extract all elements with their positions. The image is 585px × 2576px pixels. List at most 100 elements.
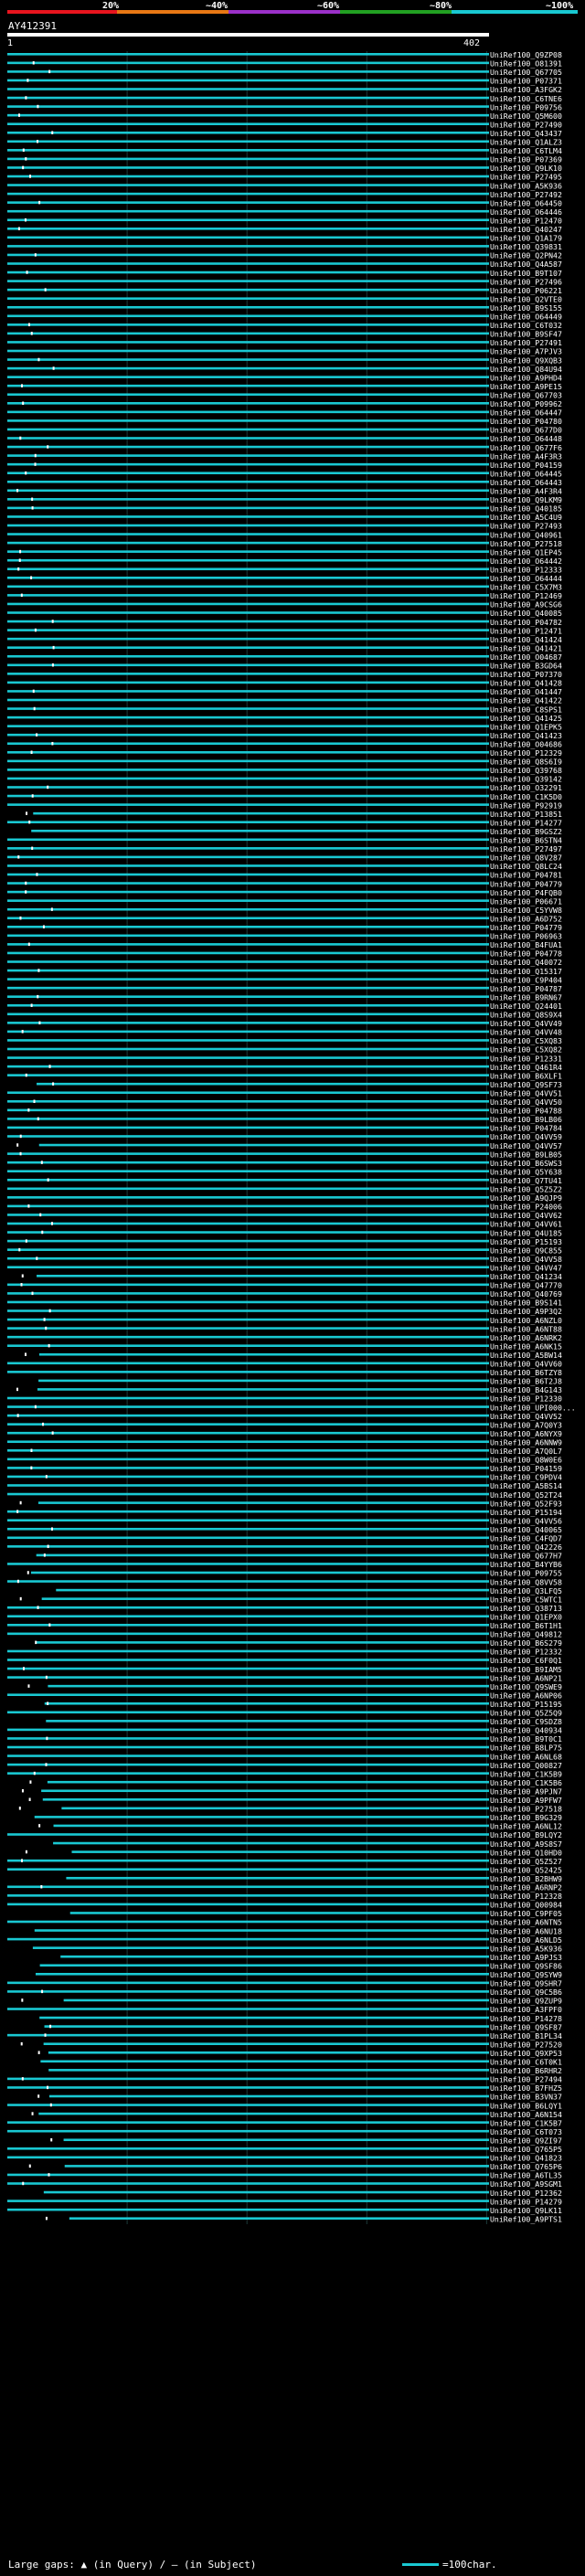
alignment-bar[interactable] bbox=[7, 1091, 489, 1095]
alignment-bar[interactable] bbox=[44, 1701, 489, 1705]
hit-row[interactable]: UniRef100_B4YYB6 bbox=[7, 1560, 562, 1569]
hit-label[interactable]: UniRef100_Q4VV47 bbox=[490, 1263, 562, 1272]
alignment-bar[interactable] bbox=[30, 1571, 489, 1574]
alignment-bar[interactable] bbox=[43, 2042, 489, 2045]
hit-label[interactable]: UniRef100_P15193 bbox=[490, 1237, 562, 1246]
alignment-bar[interactable] bbox=[7, 1327, 489, 1330]
hit-label[interactable]: UniRef100_Q40934 bbox=[490, 1726, 562, 1735]
hit-row[interactable]: UniRef100_Q41428 bbox=[7, 679, 562, 688]
hit-row[interactable]: UniRef100_Q41823 bbox=[7, 2154, 562, 2163]
alignment-bar[interactable] bbox=[7, 366, 489, 370]
hit-label[interactable]: UniRef100_P27518 bbox=[490, 539, 562, 548]
alignment-bar[interactable] bbox=[7, 1458, 489, 1461]
hit-label[interactable]: UniRef100_O64449 bbox=[490, 313, 562, 322]
hit-label[interactable]: UniRef100_Q38713 bbox=[490, 1604, 562, 1613]
alignment-bar[interactable] bbox=[7, 166, 489, 169]
alignment-bar[interactable] bbox=[7, 864, 489, 867]
alignment-bar[interactable] bbox=[7, 786, 489, 789]
alignment-bar[interactable] bbox=[48, 2094, 489, 2098]
hit-label[interactable]: UniRef100_P12332 bbox=[490, 1648, 562, 1657]
alignment-bar[interactable] bbox=[7, 1868, 489, 1871]
alignment-bar[interactable] bbox=[7, 1196, 489, 1199]
hit-row[interactable]: UniRef100_A3FGK2 bbox=[7, 85, 562, 94]
hit-label[interactable]: UniRef100_A5K936 bbox=[490, 181, 562, 190]
hit-label[interactable]: UniRef100_A6TL35 bbox=[490, 2171, 562, 2180]
hit-row[interactable]: UniRef100_P24006 bbox=[7, 1203, 562, 1212]
hit-label[interactable]: UniRef100_P27490 bbox=[490, 120, 562, 129]
hit-row[interactable]: UniRef100_Q38713 bbox=[7, 1604, 562, 1613]
hit-label[interactable]: UniRef100_B4YYB6 bbox=[490, 1560, 562, 1569]
hit-label[interactable]: UniRef100_A7Q0Y3 bbox=[490, 1420, 562, 1429]
hit-row[interactable]: UniRef100_P12328 bbox=[7, 1892, 562, 1901]
hit-label[interactable]: UniRef100_Q10HD0 bbox=[490, 1848, 562, 1857]
hit-label[interactable]: UniRef100_B6RHR2 bbox=[490, 2066, 562, 2075]
hit-row[interactable]: UniRef100_P27494 bbox=[7, 2075, 562, 2084]
hit-label[interactable]: UniRef100_A4F3R3 bbox=[490, 451, 562, 461]
hit-row[interactable]: UniRef100_C1K5D0 bbox=[7, 792, 562, 801]
alignment-bar[interactable] bbox=[7, 262, 489, 265]
alignment-bar[interactable] bbox=[7, 1423, 489, 1426]
hit-row[interactable]: UniRef100_P27518 bbox=[7, 539, 562, 548]
hit-row[interactable]: UniRef100_P04159 bbox=[7, 461, 562, 470]
alignment-bar[interactable] bbox=[7, 376, 489, 378]
alignment-bar[interactable] bbox=[7, 943, 489, 946]
hit-row[interactable]: UniRef100_P04787 bbox=[7, 984, 562, 993]
alignment-bar[interactable] bbox=[7, 323, 489, 326]
alignment-bar[interactable] bbox=[7, 445, 489, 449]
hit-label[interactable]: UniRef100_C6F0Q1 bbox=[490, 1656, 562, 1665]
alignment-bar[interactable] bbox=[33, 811, 489, 815]
alignment-bar[interactable] bbox=[7, 1833, 489, 1836]
alignment-bar[interactable] bbox=[7, 2147, 489, 2150]
alignment-bar[interactable] bbox=[7, 480, 489, 483]
hit-row[interactable]: UniRef100_Q52F93 bbox=[19, 1499, 562, 1508]
hit-label[interactable]: UniRef100_Q41423 bbox=[490, 731, 562, 740]
hit-label[interactable]: UniRef100_Q67705 bbox=[490, 68, 562, 77]
hit-label[interactable]: UniRef100_P04784 bbox=[490, 1124, 562, 1133]
hit-row[interactable]: UniRef100_A5K936 bbox=[32, 1944, 562, 1953]
hit-label[interactable]: UniRef100_Q461R4 bbox=[490, 1063, 562, 1072]
alignment-bar[interactable] bbox=[7, 280, 489, 282]
hit-row[interactable]: UniRef100_Q24401 bbox=[7, 1002, 562, 1011]
hit-row[interactable]: UniRef100_P27492 bbox=[7, 190, 562, 199]
hit-row[interactable]: UniRef100_Q4VV59 bbox=[7, 1132, 562, 1141]
hit-row[interactable]: UniRef100_Q4VV58 bbox=[7, 1255, 562, 1264]
hit-row[interactable]: UniRef100_B6TZY8 bbox=[7, 1368, 562, 1377]
alignment-bar[interactable] bbox=[7, 567, 489, 571]
alignment-bar[interactable] bbox=[7, 1920, 489, 1924]
hit-row[interactable]: UniRef100_P27497 bbox=[7, 844, 562, 853]
hit-label[interactable]: UniRef100_P15195 bbox=[490, 1700, 562, 1709]
hit-row[interactable]: UniRef100_P04788 bbox=[7, 1107, 562, 1116]
hit-label[interactable]: UniRef100_Q9ZI97 bbox=[490, 2136, 562, 2145]
alignment-bar[interactable] bbox=[34, 1929, 490, 1932]
hit-row[interactable]: UniRef100_Q52T24 bbox=[7, 1490, 562, 1500]
hit-row[interactable]: UniRef100_O64445 bbox=[7, 469, 562, 478]
hit-label[interactable]: UniRef100_P27520 bbox=[490, 2040, 562, 2049]
alignment-bar[interactable] bbox=[7, 707, 489, 710]
alignment-bar[interactable] bbox=[7, 759, 489, 763]
hit-row[interactable]: UniRef100_O81391 bbox=[7, 59, 562, 69]
alignment-bar[interactable] bbox=[7, 1118, 489, 1120]
hit-label[interactable]: UniRef100_P07369 bbox=[490, 155, 562, 164]
hit-row[interactable]: UniRef100_Q5Z527 bbox=[7, 1857, 562, 1866]
alignment-bar[interactable] bbox=[53, 1841, 489, 1845]
hit-row[interactable]: UniRef100_Q8W0E6 bbox=[7, 1456, 562, 1465]
alignment-bar[interactable] bbox=[7, 1990, 489, 1993]
hit-row[interactable]: UniRef100_Q9C5B6 bbox=[7, 1988, 562, 1997]
hit-row[interactable]: UniRef100_O04686 bbox=[7, 739, 562, 748]
hit-row[interactable]: UniRef100_P04784 bbox=[7, 1124, 562, 1133]
hit-row[interactable]: UniRef100_A3FPF0 bbox=[7, 2005, 562, 2014]
hit-row[interactable]: UniRef100_Q40769 bbox=[7, 1289, 562, 1299]
hit-row[interactable]: UniRef100_A5BS14 bbox=[7, 1481, 562, 1490]
alignment-bar[interactable] bbox=[41, 1789, 489, 1793]
hit-label[interactable]: UniRef100_C9PDV4 bbox=[490, 1473, 562, 1482]
hit-label[interactable]: UniRef100_C5WTC1 bbox=[490, 1595, 562, 1604]
hit-label[interactable]: UniRef100_A6N154 bbox=[490, 2110, 562, 2119]
alignment-bar[interactable] bbox=[37, 1082, 489, 1086]
alignment-bar[interactable] bbox=[7, 969, 489, 972]
alignment-bar[interactable] bbox=[7, 838, 489, 842]
alignment-bar[interactable] bbox=[7, 1894, 489, 1897]
hit-label[interactable]: UniRef100_Q1EPX0 bbox=[490, 1612, 562, 1621]
alignment-bar[interactable] bbox=[7, 1885, 489, 1889]
hit-label[interactable]: UniRef100_P27497 bbox=[490, 844, 562, 853]
hit-row[interactable]: UniRef100_P13851 bbox=[26, 810, 562, 819]
